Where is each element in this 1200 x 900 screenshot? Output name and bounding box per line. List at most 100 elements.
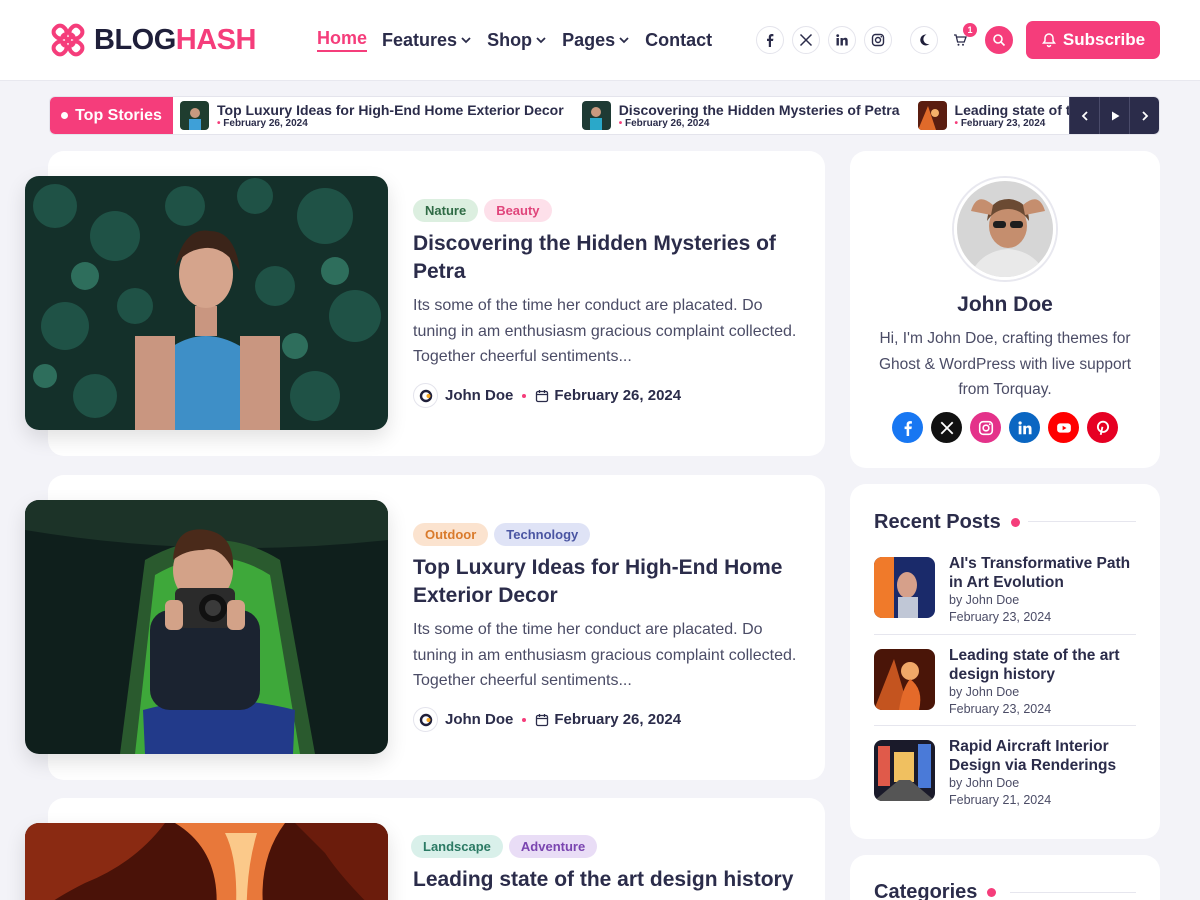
recent-post-thumbnail xyxy=(874,740,935,801)
ticker-prev-button[interactable] xyxy=(1069,97,1099,134)
nav-item-contact[interactable]: Contact xyxy=(645,28,712,52)
nav-item-features[interactable]: Features xyxy=(382,28,472,52)
nav-item-label: Contact xyxy=(645,29,713,50)
post-author[interactable]: John Doe xyxy=(445,387,513,404)
calendar-icon xyxy=(536,713,549,726)
post-photo-canyon xyxy=(25,823,388,900)
recent-post-title[interactable]: Leading state of the art design history xyxy=(949,646,1139,684)
post-author[interactable]: John Doe xyxy=(445,711,513,728)
title-dot-icon xyxy=(987,888,997,897)
cart-button[interactable]: 1 xyxy=(946,23,977,54)
chevron-left-icon xyxy=(1081,110,1088,121)
recent-post-item[interactable]: AI's Transformative Path in Art Evolutio… xyxy=(874,554,1139,637)
ticker-item-date: February 26, 2024 xyxy=(217,118,564,130)
logo-text-part1: BLOG xyxy=(94,23,176,56)
title-underline xyxy=(1028,521,1136,522)
dark-mode-toggle[interactable] xyxy=(910,26,938,54)
post-tags: Nature Beauty xyxy=(413,199,552,222)
author-logo-icon xyxy=(419,713,432,726)
categories-widget: Categories xyxy=(850,855,1160,900)
facebook-icon xyxy=(904,420,912,436)
header-instagram-link[interactable] xyxy=(864,26,892,54)
tag-nature[interactable]: Nature xyxy=(413,199,479,222)
author-pinterest-link[interactable] xyxy=(1087,412,1118,443)
recent-post-date: February 23, 2024 xyxy=(949,610,1052,624)
post-title[interactable]: Discovering the Hidden Mysteries of Petr… xyxy=(413,230,803,286)
recent-post-author: by John Doe xyxy=(949,593,1020,607)
instagram-icon xyxy=(978,420,993,435)
author-name[interactable]: John Doe xyxy=(850,293,1160,317)
ticker-item[interactable]: Top Luxury Ideas for High-End Home Exter… xyxy=(180,101,564,130)
author-avatar[interactable] xyxy=(413,707,438,732)
post-photo-man-camera-boat xyxy=(25,500,388,754)
post-excerpt: Its some of the time her conduct are pla… xyxy=(413,297,797,365)
search-button[interactable] xyxy=(985,26,1013,54)
post-image[interactable] xyxy=(25,176,388,430)
recent-posts-title: Recent Posts xyxy=(874,511,1001,533)
recent-post-divider xyxy=(874,634,1136,635)
pinterest-icon xyxy=(1096,420,1109,435)
post-tags: Landscape Adventure xyxy=(411,835,598,858)
ticker-item[interactable]: Discovering the Hidden Mysteries of Petr… xyxy=(581,101,900,130)
logo-icon xyxy=(51,23,85,57)
author-photo[interactable] xyxy=(954,178,1056,280)
subscribe-label: Subscribe xyxy=(1062,30,1146,49)
author-instagram-link[interactable] xyxy=(970,412,1001,443)
tag-adventure[interactable]: Adventure xyxy=(508,835,598,858)
recent-post-item[interactable]: Rapid Aircraft Interior Design via Rende… xyxy=(874,737,1139,820)
header-facebook-link[interactable] xyxy=(756,26,784,54)
author-avatar[interactable] xyxy=(413,383,438,408)
title-underline xyxy=(1010,892,1136,893)
recent-post-date: February 23, 2024 xyxy=(949,702,1052,716)
categories-title: Categories xyxy=(874,881,978,900)
calendar-icon xyxy=(536,389,549,402)
author-facebook-link[interactable] xyxy=(892,412,923,443)
ticker-label-text: Top Stories xyxy=(75,106,162,124)
post-image[interactable] xyxy=(25,823,388,900)
post-title[interactable]: Top Luxury Ideas for High-End Home Exter… xyxy=(413,554,803,610)
header-linkedin-link[interactable] xyxy=(828,26,856,54)
recent-post-item[interactable]: Leading state of the art design history … xyxy=(874,646,1139,729)
tag-outdoor[interactable]: Outdoor xyxy=(413,523,489,546)
post-tags: Outdoor Technology xyxy=(413,523,591,546)
ticker-thumbnail xyxy=(581,101,611,130)
author-linkedin-link[interactable] xyxy=(1009,412,1040,443)
recent-post-date: February 21, 2024 xyxy=(949,793,1052,807)
ticker-item-title: Top Luxury Ideas for High-End Home Exter… xyxy=(217,101,564,118)
main-nav: Home Features Shop Pages Contact xyxy=(317,28,712,52)
post-excerpt: Its some of the time her conduct are pla… xyxy=(413,621,797,689)
ticker-next-button[interactable] xyxy=(1129,97,1159,134)
meta-separator xyxy=(522,393,527,398)
nav-item-label: Shop xyxy=(487,29,533,50)
ticker-play-button[interactable] xyxy=(1099,97,1129,134)
site-logo[interactable]: BLOGHASH xyxy=(48,20,256,60)
recent-post-title[interactable]: Rapid Aircraft Interior Design via Rende… xyxy=(949,737,1139,775)
cart-count-badge: 1 xyxy=(963,23,977,37)
facebook-icon xyxy=(767,34,774,47)
tag-technology[interactable]: Technology xyxy=(494,523,591,546)
nav-item-home[interactable]: Home xyxy=(317,28,368,52)
recent-post-title[interactable]: AI's Transformative Path in Art Evolutio… xyxy=(949,554,1139,592)
tag-beauty[interactable]: Beauty xyxy=(484,199,552,222)
header-x-link[interactable] xyxy=(792,26,820,54)
header-social-links xyxy=(756,26,892,54)
author-bio: Hi, I'm John Doe, crafting themes for Gh… xyxy=(878,330,1132,398)
post-date: February 26, 2024 xyxy=(554,711,682,728)
x-icon xyxy=(799,33,813,47)
nav-item-pages[interactable]: Pages xyxy=(562,28,630,52)
author-x-link[interactable] xyxy=(931,412,962,443)
bell-icon xyxy=(1041,33,1056,48)
post-image[interactable] xyxy=(25,500,388,754)
author-youtube-link[interactable] xyxy=(1048,412,1079,443)
ticker-dot-icon xyxy=(61,112,69,119)
subscribe-button[interactable]: Subscribe xyxy=(1026,21,1160,59)
post-title[interactable]: Leading state of the art design history xyxy=(413,866,803,894)
author-logo-icon xyxy=(419,389,432,402)
post-meta: John Doe February 26, 2024 xyxy=(413,707,681,732)
nav-item-shop[interactable]: Shop xyxy=(487,28,547,52)
linkedin-icon xyxy=(1017,420,1032,434)
nav-item-label: Pages xyxy=(562,29,616,50)
tag-landscape[interactable]: Landscape xyxy=(411,835,503,858)
ticker-item-date: February 26, 2024 xyxy=(619,118,900,130)
widget-title: Categories xyxy=(874,881,997,900)
